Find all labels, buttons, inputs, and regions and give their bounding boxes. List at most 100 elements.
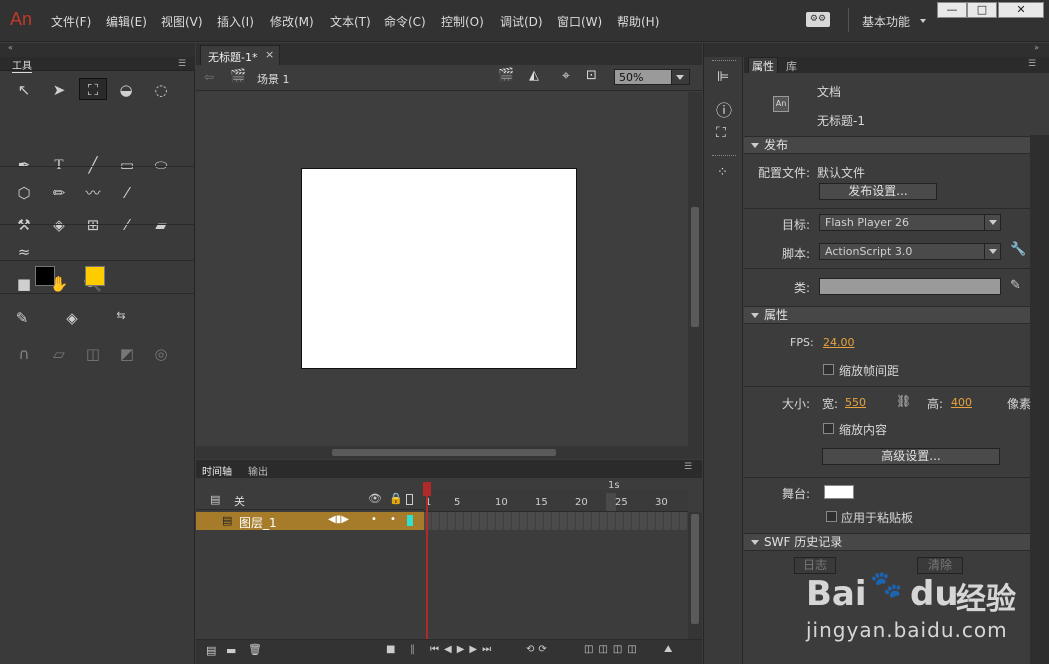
snap-magnet-icon[interactable]: ∩ [13, 343, 35, 365]
paint-bucket-tool-icon[interactable]: ◈ [48, 214, 70, 236]
lasso-tool-icon[interactable]: ◌ [150, 79, 172, 101]
subselection-tool-icon[interactable]: ➤ [48, 79, 70, 101]
close-tab-icon[interactable]: × [265, 48, 274, 61]
section-properties[interactable]: 属性 [744, 306, 1030, 324]
eyedropper-tool-icon[interactable]: ⁄ [116, 214, 138, 236]
layer-name[interactable]: 图层_1 [239, 514, 277, 531]
class-input[interactable] [819, 278, 1001, 295]
menu-window[interactable]: 窗口(W) [557, 13, 602, 30]
menu-help[interactable]: 帮助(H) [617, 13, 659, 30]
tab-timeline[interactable]: 时间轴 [202, 463, 232, 479]
brush-tool-icon[interactable]: ⁄ [116, 182, 138, 204]
align-icon[interactable]: ⊫ [717, 69, 729, 85]
panel-menu-icon[interactable]: ☰ [684, 462, 692, 472]
layer-nav-icon[interactable]: ◀▮▶ [328, 514, 349, 525]
3d-rotation-tool-icon[interactable]: ◒ [115, 79, 137, 101]
bone-tool-icon[interactable]: ⚒ [13, 214, 35, 236]
stage-color-swatch[interactable] [824, 485, 854, 499]
horizontal-scroll-thumb[interactable] [332, 449, 556, 456]
selection-tool-icon[interactable]: ↖ [13, 79, 35, 101]
tab-output[interactable]: 输出 [248, 463, 268, 478]
delete-layer-icon[interactable]: 🗑 [248, 643, 262, 656]
fps-value[interactable]: 24.00 [823, 336, 855, 349]
rectangle-tool-icon[interactable]: ▭ [116, 154, 138, 176]
free-transform-tool-icon[interactable]: ⛶ [79, 78, 107, 100]
width-value[interactable]: 550 [845, 396, 866, 409]
tab-properties[interactable]: 属性 [752, 58, 774, 74]
ink-bottle-tool-icon[interactable]: ⊞ [82, 214, 104, 236]
publish-settings-button[interactable]: 发布设置... [819, 183, 937, 200]
menu-file[interactable]: 文件(F) [51, 13, 91, 30]
eye-icon[interactable]: 👁 [368, 492, 382, 505]
edit-symbol-icon[interactable]: ◭ [529, 68, 539, 83]
script-select[interactable]: ActionScript 3.0 [819, 243, 1001, 260]
lock-icon[interactable]: 🔒 [389, 492, 403, 505]
oval-tool-icon[interactable]: ⬭ [150, 154, 172, 176]
text-tool-icon[interactable]: T [48, 154, 70, 176]
pen-tool-icon[interactable]: ✒ [13, 154, 35, 176]
vertical-scrollbar[interactable] [688, 92, 702, 446]
sync-settings-icon[interactable]: ⚙⚙ [806, 12, 830, 27]
menu-control[interactable]: 控制(O) [441, 13, 484, 30]
playhead[interactable] [423, 482, 431, 664]
maximize-button[interactable]: □ [967, 2, 997, 18]
workspace-switcher[interactable]: 基本功能 [862, 13, 910, 30]
swap-colors-icon[interactable]: ⇆ [110, 305, 132, 327]
wrench-icon[interactable]: 🔧 [1010, 242, 1026, 257]
menu-insert[interactable]: 插入(I) [217, 13, 254, 30]
playback-controls[interactable]: ⏮◀▶▶⏭ [430, 644, 496, 655]
apply-pasteboard-checkbox[interactable] [826, 511, 837, 522]
info-icon[interactable]: ⓘ [716, 97, 732, 121]
scale-content-checkbox[interactable] [823, 423, 834, 434]
close-window-button[interactable]: ✕ [998, 2, 1044, 18]
line-tool-icon[interactable]: ╱ [82, 154, 104, 176]
advanced-settings-button[interactable]: 高级设置... [822, 448, 1000, 465]
layer-frames[interactable] [424, 512, 688, 530]
menu-edit[interactable]: 编辑(E) [106, 13, 147, 30]
vertical-scroll-thumb[interactable] [691, 207, 699, 327]
scale-spans-checkbox[interactable] [823, 364, 834, 375]
menu-view[interactable]: 视图(V) [161, 13, 203, 30]
lock-dot[interactable]: • [390, 514, 396, 525]
section-publish[interactable]: 发布 [744, 136, 1030, 154]
target-select[interactable]: Flash Player 26 [819, 214, 1001, 231]
transform-icon[interactable]: ⛶ [716, 125, 726, 141]
camera-tool-icon[interactable]: ■ [13, 273, 35, 295]
components-icon[interactable]: ⁘ [717, 165, 728, 180]
onion-skin-controls[interactable]: ◫◫◫◫ [584, 644, 642, 655]
center-stage-icon[interactable]: ⌖ [562, 68, 570, 84]
timeline-vertical-scrollbar[interactable] [688, 512, 702, 642]
loop-onion-controls[interactable]: ⟲⟳ [526, 644, 551, 655]
zoom-select[interactable]: 50% [614, 69, 690, 85]
menu-modify[interactable]: 修改(M) [270, 13, 314, 30]
paint-brush-tool-icon[interactable]: 〰 [82, 182, 104, 204]
edit-scene-icon[interactable]: 🎬 [498, 68, 514, 83]
frame-size-icon[interactable]: ⛰ [664, 644, 672, 655]
stroke-color-swatch[interactable] [35, 266, 55, 286]
fill-color-swatch[interactable] [85, 266, 105, 286]
polystar-tool-icon[interactable]: ⬡ [13, 182, 35, 204]
pencil-tool-icon[interactable]: ✏ [48, 182, 70, 204]
minimize-button[interactable]: — [937, 2, 967, 18]
layer-row[interactable]: ▤ 图层_1 ◀▮▶ • • [196, 512, 424, 530]
menu-commands[interactable]: 命令(C) [384, 13, 426, 30]
camera-icon[interactable]: ■ [386, 644, 395, 655]
visibility-dot[interactable]: • [371, 514, 377, 525]
menu-text[interactable]: 文本(T) [330, 13, 371, 30]
back-arrow-icon[interactable]: ⇦ [204, 70, 214, 84]
layer-outline-color[interactable] [407, 515, 413, 526]
stage-canvas[interactable] [301, 168, 577, 369]
horizontal-scrollbar[interactable] [196, 446, 702, 459]
section-swf-history[interactable]: SWF 历史记录 [744, 533, 1030, 551]
height-value[interactable]: 400 [951, 396, 972, 409]
link-dimensions-icon[interactable]: ⛓ [896, 394, 911, 408]
document-tab[interactable]: 无标题-1* × [200, 45, 280, 65]
tab-library[interactable]: 库 [786, 58, 797, 74]
outline-icon[interactable] [406, 494, 413, 505]
menu-debug[interactable]: 调试(D) [500, 13, 543, 30]
eraser-tool-icon[interactable]: ▰ [150, 214, 172, 236]
panel-menu-icon[interactable]: ☰ [1028, 59, 1036, 69]
clip-content-icon[interactable]: ⊡ [586, 68, 597, 83]
frame-ruler[interactable] [424, 490, 688, 512]
panel-menu-icon[interactable]: ☰ [178, 59, 186, 69]
